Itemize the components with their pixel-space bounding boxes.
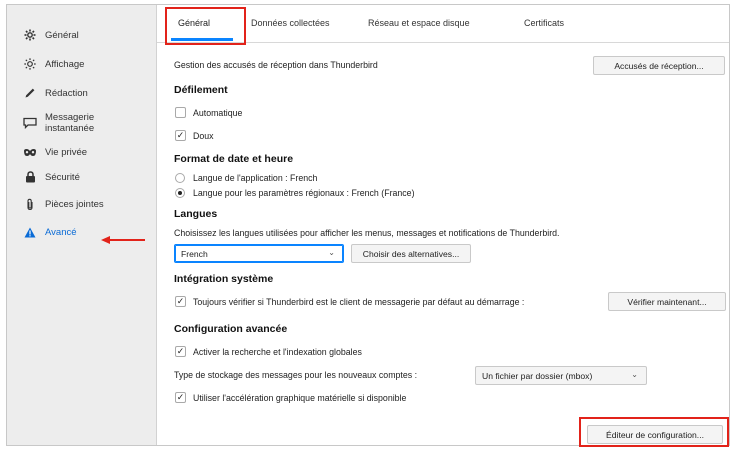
hw-accel-label: Utiliser l'accélération graphique matéri… (193, 393, 407, 403)
chevron-down-icon: ⌄ (631, 370, 638, 379)
sidebar: Général Affichage Rédaction Messagerie i… (7, 5, 157, 445)
sun-icon (21, 58, 39, 70)
sidebar-item-label: Avancé (45, 227, 77, 238)
sidebar-item-label: Affichage (45, 58, 85, 70)
sidebar-item-general[interactable]: Général (21, 29, 79, 41)
advanced-config-heading: Configuration avancée (174, 323, 288, 335)
storage-type-value: Un fichier par dossier (mbox) (482, 370, 593, 381)
chat-icon (21, 117, 39, 129)
storage-type-select[interactable]: Un fichier par dossier (mbox) ⌄ (475, 366, 647, 385)
check-now-button[interactable]: Vérifier maintenant... (608, 292, 726, 311)
pen-icon (21, 87, 39, 99)
highlight-box-tab (165, 7, 246, 45)
sidebar-item-label: Général (45, 29, 79, 41)
integration-heading: Intégration système (174, 273, 274, 285)
sidebar-item-privacy[interactable]: Vie privée (21, 147, 87, 158)
preferences-window: Général Affichage Rédaction Messagerie i… (6, 4, 730, 447)
scrolling-heading: Défilement (174, 84, 228, 96)
sidebar-item-label: Rédaction (45, 87, 88, 99)
sidebar-item-chat[interactable]: Messagerie instantanée (21, 112, 94, 134)
highlight-box-config-editor (579, 417, 729, 447)
hw-accel-checkbox[interactable]: ✓ (175, 392, 186, 403)
choose-alternatives-button[interactable]: Choisir des alternatives... (351, 244, 471, 263)
sidebar-item-label: Vie privée (45, 147, 88, 158)
smooth-scroll-label: Doux (193, 131, 214, 141)
storage-type-label: Type de stockage des messages pour les n… (174, 370, 418, 380)
sidebar-item-advanced[interactable]: Avancé (21, 227, 77, 238)
chevron-down-icon: ⌄ (328, 248, 335, 257)
sidebar-item-display[interactable]: Affichage (21, 58, 84, 70)
lock-icon (21, 171, 39, 183)
smooth-scroll-checkbox[interactable]: ✓ (175, 130, 186, 141)
sidebar-item-label: Pièces jointes (45, 199, 104, 210)
warning-triangle-icon (21, 227, 39, 238)
tab-certificates[interactable]: Certificats (524, 18, 564, 28)
app-locale-label: Langue de l'application : French (193, 173, 318, 183)
red-arrow-annotation (101, 236, 145, 244)
languages-heading: Langues (174, 208, 218, 220)
language-select[interactable]: French ⌄ (174, 244, 344, 263)
receipts-button[interactable]: Accusés de réception... (593, 56, 725, 75)
gear-icon (21, 29, 39, 41)
radio-regional-locale[interactable] (175, 188, 185, 198)
global-search-label: Activer la recherche et l'indexation glo… (193, 347, 362, 357)
language-select-value: French (181, 248, 208, 259)
radio-app-locale[interactable] (175, 173, 185, 183)
sidebar-item-security[interactable]: Sécurité (21, 171, 80, 183)
mask-icon (21, 148, 39, 158)
sidebar-item-attachments[interactable]: Pièces jointes (21, 198, 104, 211)
languages-description: Choisissez les langues utilisées pour af… (174, 228, 560, 238)
default-client-checkbox[interactable]: ✓ (175, 296, 186, 307)
main-panel: Général Données collectées Réseau et esp… (157, 5, 729, 447)
tab-network-disk[interactable]: Réseau et espace disque (368, 18, 470, 28)
receipts-label: Gestion des accusés de réception dans Th… (174, 60, 378, 70)
sidebar-item-composition[interactable]: Rédaction (21, 87, 88, 99)
paperclip-icon (21, 198, 39, 211)
sidebar-item-label: Messagerie instantanée (45, 112, 95, 134)
global-search-checkbox[interactable]: ✓ (175, 346, 186, 357)
datetime-heading: Format de date et heure (174, 153, 294, 165)
sidebar-item-label: Sécurité (45, 171, 80, 183)
regional-locale-label: Langue pour les paramètres régionaux : F… (193, 188, 415, 198)
default-client-label: Toujours vérifier si Thunderbird est le … (193, 297, 525, 307)
auto-scroll-label: Automatique (193, 108, 243, 118)
tab-data-collected[interactable]: Données collectées (251, 18, 330, 28)
auto-scroll-checkbox[interactable] (175, 107, 186, 118)
